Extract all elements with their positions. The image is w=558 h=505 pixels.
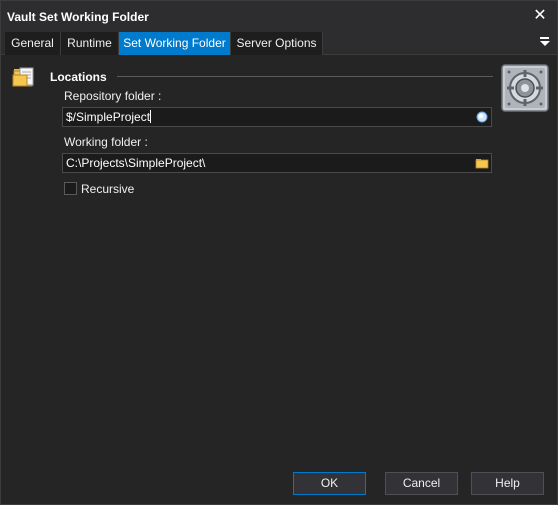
tab-runtime[interactable]: Runtime [61, 32, 119, 55]
working-folder-value: C:\Projects\SimpleProject\ [66, 156, 206, 170]
window-title: Vault Set Working Folder [7, 10, 149, 24]
repository-folder-input[interactable]: $/SimpleProject [62, 107, 492, 127]
repository-browse-icon[interactable] [475, 110, 489, 124]
working-folder-input[interactable]: C:\Projects\SimpleProject\ [62, 153, 492, 173]
tab-general[interactable]: General [5, 32, 61, 55]
tab-server-options[interactable]: Server Options [231, 32, 323, 55]
working-folder-label: Working folder : [64, 135, 148, 149]
tab-menu-icon[interactable] [540, 37, 550, 49]
help-button[interactable]: Help [471, 472, 544, 495]
cancel-button[interactable]: Cancel [385, 472, 458, 495]
ok-button[interactable]: OK [293, 472, 366, 495]
close-icon[interactable]: ✕ [531, 7, 549, 25]
repository-folder-value: $/SimpleProject [66, 110, 151, 124]
tab-set-working-folder[interactable]: Set Working Folder [119, 32, 231, 55]
recursive-checkbox[interactable] [64, 182, 77, 195]
section-title: Locations [50, 70, 107, 84]
section-divider [117, 76, 493, 77]
tab-bar: General Runtime Set Working Folder Serve… [1, 31, 557, 55]
folder-icon [12, 67, 34, 87]
recursive-label: Recursive [81, 182, 135, 196]
content-area: Locations Repository folder : $/SimplePr… [1, 56, 557, 456]
folder-browse-icon[interactable] [475, 156, 489, 170]
title-bar: Vault Set Working Folder ✕ [1, 1, 557, 31]
repository-folder-label: Repository folder : [64, 89, 162, 103]
vault-icon [501, 64, 549, 112]
text-cursor [150, 110, 152, 123]
dialog-window: Vault Set Working Folder ✕ General Runti… [0, 0, 558, 505]
